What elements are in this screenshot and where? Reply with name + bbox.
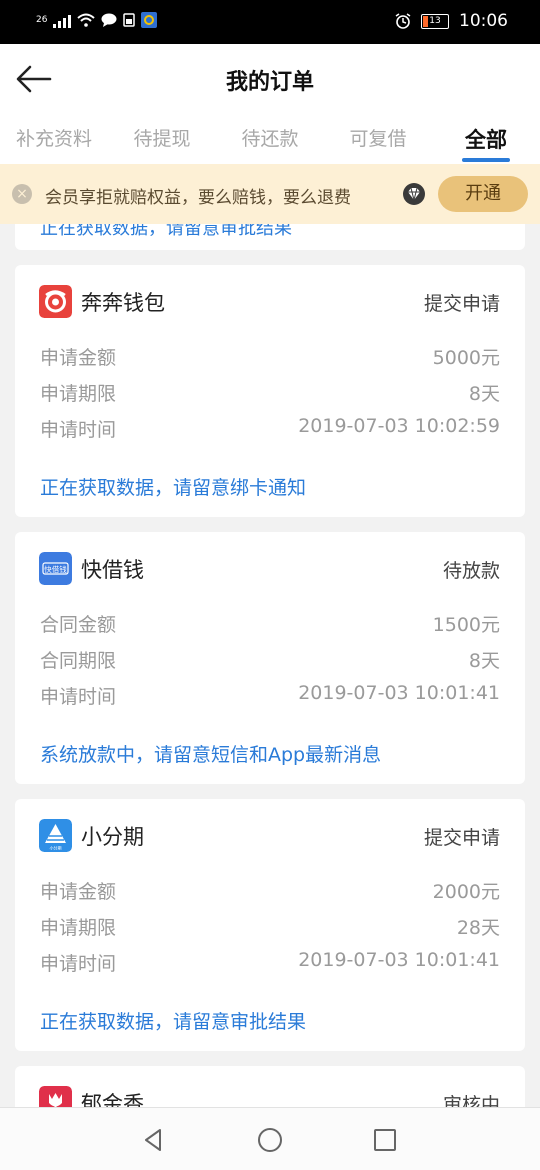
order-card[interactable]: 奔奔钱包 提交申请 申请金额 5000元 申请期限 8天 申请时间 2019-07-0… — [15, 265, 525, 517]
nav-back-icon[interactable] — [140, 1126, 168, 1154]
order-list: 正在获取数据，请留意审批结果 奔奔钱包 提交申请 申请金额 5000元 申请期限 8… — [0, 224, 540, 1108]
info-row: 申请时间 2019-07-03 10:01:41 — [40, 682, 500, 708]
tab-all[interactable]: 全部 — [432, 114, 540, 164]
signal-icon — [53, 12, 72, 28]
banner-text: 会员享拒就赔权益，要么赔钱，要么退费 — [45, 188, 351, 208]
order-card[interactable]: 小分期 小分期 提交申请 申请金额 2000元 申请期限 28天 申请时间 2019-… — [15, 799, 525, 1051]
status-badge: 提交申请 — [423, 293, 500, 315]
xiaofenqi-logo-icon: 小分期 — [39, 819, 72, 852]
product-name: 郁金香 — [81, 1092, 144, 1108]
row-label: 申请期限 — [40, 383, 117, 405]
battery-icon: 13 — [421, 13, 449, 29]
info-row: 申请时间 2019-07-03 10:02:59 — [40, 415, 500, 441]
product-name: 奔奔钱包 — [81, 291, 165, 315]
row-value: 2019-07-03 10:01:41 — [298, 682, 500, 704]
order-tabs: 补充资料 待提现 待还款 可复借 全部 — [0, 114, 540, 164]
row-value: 8天 — [468, 650, 500, 672]
row-value: 1500元 — [432, 614, 500, 636]
order-note: 正在获取数据，请留意绑卡通知 — [40, 477, 307, 499]
info-row: 申请金额 5000元 — [40, 343, 500, 369]
message-icon — [101, 13, 117, 27]
status-icons-right: 13 10:06 — [395, 11, 508, 31]
row-label: 申请金额 — [40, 881, 117, 903]
order-note: 正在获取数据，请留意审批结果 — [40, 1011, 307, 1033]
status-badge: 审核中 — [442, 1094, 500, 1108]
row-value: 5000元 — [432, 347, 500, 369]
product-name: 小分期 — [81, 825, 144, 849]
status-badge: 提交申请 — [423, 827, 500, 849]
row-label: 申请时间 — [40, 419, 117, 441]
alarm-icon — [395, 13, 411, 29]
membership-banner: × 会员享拒就赔权益，要么赔钱，要么退费 开通 — [0, 164, 540, 224]
app-header: 我的订单 — [0, 44, 540, 114]
order-note: 正在获取数据，请留意审批结果 — [40, 224, 292, 239]
row-value: 2019-07-03 10:01:41 — [298, 949, 500, 971]
order-card-partial[interactable]: 正在获取数据，请留意审批结果 — [15, 224, 525, 250]
app-notification-icon — [141, 12, 158, 28]
status-badge: 待放款 — [442, 560, 500, 582]
tab-pending-withdraw[interactable]: 待提现 — [108, 114, 216, 164]
order-card[interactable]: 郁金香 审核中 — [15, 1066, 525, 1108]
row-label: 合同期限 — [40, 650, 117, 672]
status-icons-left: 26 — [36, 12, 158, 28]
row-value: 2019-07-03 10:02:59 — [298, 415, 500, 437]
row-value: 2000元 — [432, 881, 500, 903]
benben-wallet-logo-icon — [39, 285, 72, 318]
tab-pending-repay[interactable]: 待还款 — [216, 114, 324, 164]
info-row: 合同金额 1500元 — [40, 610, 500, 636]
yujinxiang-logo-icon — [39, 1086, 72, 1108]
tab-reborrow[interactable]: 可复借 — [324, 114, 432, 164]
tab-supplement-info[interactable]: 补充资料 — [0, 114, 108, 164]
row-label: 申请期限 — [40, 917, 117, 939]
info-row: 申请金额 2000元 — [40, 877, 500, 903]
wifi-icon — [77, 13, 96, 27]
row-label: 合同金额 — [40, 614, 117, 636]
order-note: 系统放款中，请留意短信和App最新消息 — [40, 744, 382, 766]
close-icon[interactable]: × — [12, 184, 32, 204]
row-label: 申请金额 — [40, 347, 117, 369]
product-name: 快借钱 — [81, 558, 144, 582]
row-value: 28天 — [456, 917, 500, 939]
activate-button[interactable]: 开通 — [438, 176, 528, 212]
info-row: 合同期限 8天 — [40, 646, 500, 672]
kuaijieqian-logo-icon: 快借钱 — [39, 552, 72, 585]
status-bar: 26 13 10:06 — [0, 0, 540, 44]
info-row: 申请期限 28天 — [40, 913, 500, 939]
clock: 10:06 — [459, 11, 508, 31]
sim-icon — [123, 13, 136, 27]
svg-text:快借钱: 快借钱 — [44, 564, 67, 574]
page-title: 我的订单 — [225, 70, 314, 95]
info-row: 申请时间 2019-07-03 10:01:41 — [40, 949, 500, 975]
system-nav-bar — [0, 1107, 540, 1170]
row-label: 申请时间 — [40, 953, 117, 975]
nav-home-icon[interactable] — [256, 1126, 284, 1154]
row-label: 申请时间 — [40, 686, 117, 708]
network-type: 26 — [36, 15, 48, 25]
order-card[interactable]: 快借钱 快借钱 待放款 合同金额 1500元 合同期限 8天 申请时间 2019-07… — [15, 532, 525, 784]
row-value: 8天 — [468, 383, 500, 405]
info-row: 申请期限 8天 — [40, 379, 500, 405]
nav-recents-icon[interactable] — [371, 1126, 399, 1154]
diamond-icon — [403, 183, 425, 205]
svg-text:小分期: 小分期 — [50, 845, 62, 851]
